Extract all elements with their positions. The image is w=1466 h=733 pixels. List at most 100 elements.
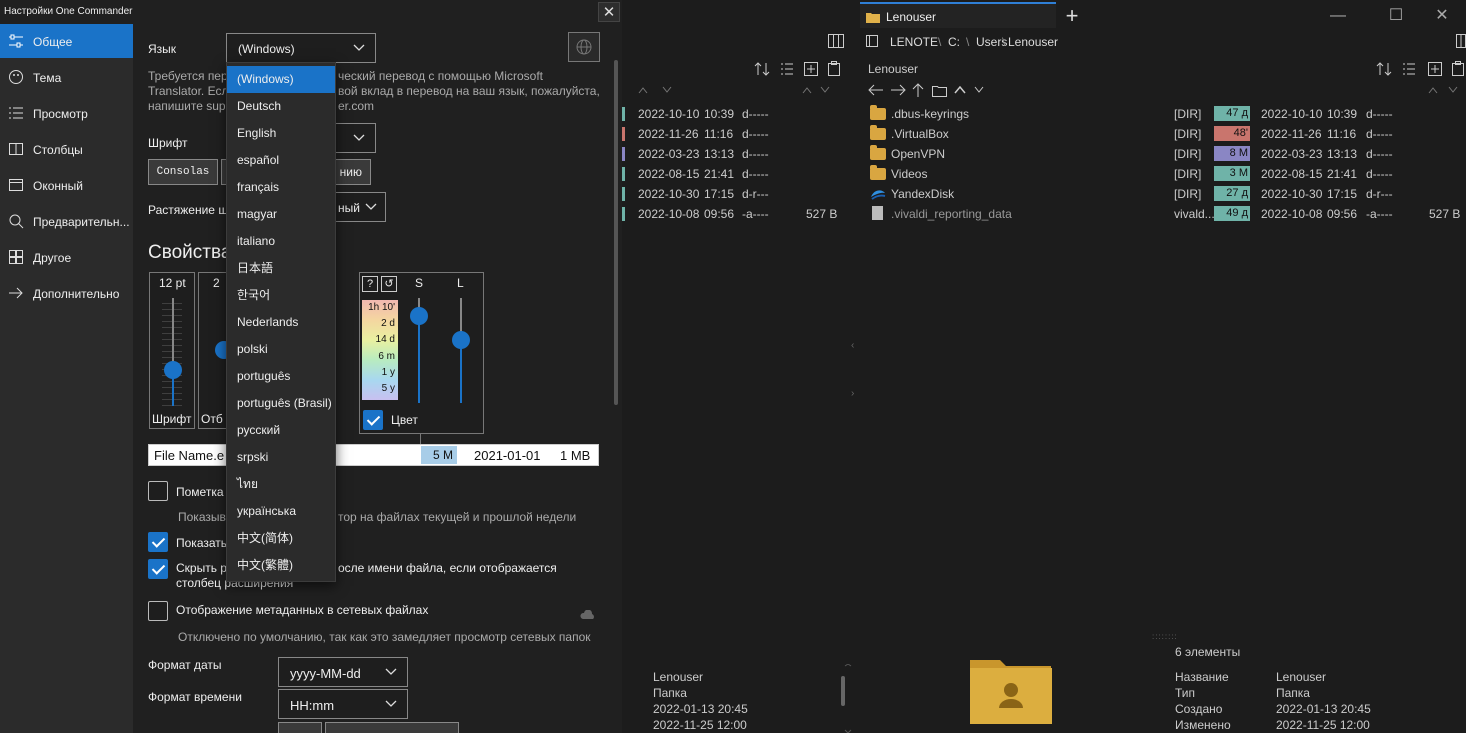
stretch-select[interactable]: ный	[333, 192, 386, 222]
language-option[interactable]: magyar	[227, 201, 335, 228]
date-format-select[interactable]: yyyy-MM-dd	[278, 657, 408, 687]
language-option[interactable]: (Windows)	[227, 66, 335, 93]
table-row[interactable]: 2022-03-23 13:13 d-----	[622, 144, 842, 164]
sort-icon[interactable]	[754, 62, 770, 76]
breadcrumb-computer[interactable]: LENOTE	[890, 35, 938, 49]
up-arrow-icon[interactable]	[912, 83, 924, 97]
collapse-left-icon[interactable]: ‹	[851, 340, 854, 351]
chevron-down-icon[interactable]	[974, 86, 984, 94]
time-format-select[interactable]: HH:mm	[278, 689, 408, 719]
clipboard-icon[interactable]	[1452, 61, 1464, 76]
close-window-button[interactable]: ✕	[1432, 6, 1452, 26]
back-arrow-icon[interactable]	[868, 84, 884, 96]
hide-extension-checkbox[interactable]	[148, 559, 168, 579]
sidebar-item-preview[interactable]: Предварительн...	[0, 204, 133, 238]
folder-up-icon[interactable]	[932, 84, 948, 97]
resize-handle[interactable]: ::::::::	[1152, 632, 1178, 641]
table-row[interactable]: YandexDisk [DIR] 27 д 2022-10-30 17:15 d-r---	[868, 184, 1458, 204]
language-option[interactable]: polski	[227, 336, 335, 363]
new-item-icon[interactable]	[804, 62, 818, 76]
sidebar-item-other[interactable]: Другое	[0, 240, 133, 274]
table-row[interactable]: .VirtualBox [DIR] 48' 2022-11-26 11:16 d-----	[868, 124, 1458, 144]
language-option[interactable]: Deutsch	[227, 93, 335, 120]
language-option[interactable]: русский	[227, 417, 335, 444]
info-value-created: 2022-01-13 20:45	[1276, 702, 1371, 716]
columns-toggle-icon[interactable]	[828, 34, 844, 48]
new-tab-button[interactable]: +	[1062, 5, 1082, 27]
sort-icon[interactable]	[1376, 62, 1392, 76]
breadcrumb-lenouser[interactable]: Lenouser	[1008, 35, 1058, 49]
view-list-icon[interactable]	[1402, 62, 1416, 76]
scroll-down-icon[interactable]	[662, 86, 672, 94]
scroll-down-icon[interactable]	[820, 86, 830, 94]
format-option-button[interactable]	[325, 722, 459, 733]
table-row[interactable]: 2022-11-26 11:16 d-----	[622, 124, 842, 144]
collapse-right-icon[interactable]: ›	[851, 388, 854, 399]
table-row[interactable]: 2022-10-10 10:39 d-----	[622, 104, 842, 124]
language-option[interactable]: srpski	[227, 444, 335, 471]
language-option[interactable]: español	[227, 147, 335, 174]
close-button[interactable]: ✕	[598, 2, 620, 22]
saturation-thumb[interactable]	[410, 307, 428, 325]
language-option[interactable]: ไทย	[227, 471, 335, 498]
maximize-button[interactable]: ☐	[1386, 6, 1406, 26]
show-checkbox[interactable]	[148, 532, 168, 552]
lightness-thumb[interactable]	[452, 331, 470, 349]
tab-lenouser[interactable]: Lenouser	[860, 2, 1056, 28]
row-type: vivald...	[1174, 207, 1215, 221]
font-select[interactable]	[333, 123, 376, 153]
scroll-up-icon[interactable]	[1428, 86, 1438, 94]
table-row[interactable]: 2022-08-15 21:41 d-----	[622, 164, 842, 184]
sidebar-item-columns[interactable]: Столбцы	[0, 132, 133, 166]
language-option[interactable]: português	[227, 363, 335, 390]
network-metadata-checkbox[interactable]	[148, 601, 168, 621]
columns-toggle-icon[interactable]	[1456, 34, 1466, 48]
language-option[interactable]: 日本語	[227, 255, 335, 282]
language-option[interactable]: українська	[227, 498, 335, 525]
breadcrumb-drive[interactable]: C:	[948, 35, 960, 49]
mark-checkbox[interactable]	[148, 481, 168, 501]
sidebar-item-advanced[interactable]: Дополнительно	[0, 276, 133, 310]
sidebar-item-window[interactable]: Оконный	[0, 168, 133, 202]
color-checkbox[interactable]	[363, 410, 383, 430]
table-row[interactable]: .vivaldi_reporting_data vivald... 49 д 2022…	[868, 204, 1460, 224]
scroll-up-icon[interactable]	[638, 86, 648, 94]
sidebar-toggle-icon[interactable]	[866, 35, 878, 47]
table-row[interactable]: OpenVPN [DIR] 8 M 2022-03-23 13:13 d-----	[868, 144, 1458, 164]
sidebar-item-label: Тема	[33, 71, 62, 85]
table-row[interactable]: 2022-10-08 09:56 -a---- 527 B	[622, 204, 842, 224]
table-row[interactable]: .dbus-keyrings [DIR] 47 д 2022-10-10 10:39 d-…	[868, 104, 1458, 124]
reset-button[interactable]: ↺	[381, 276, 397, 292]
forward-arrow-icon[interactable]	[890, 84, 906, 96]
format-option-button[interactable]	[278, 722, 322, 733]
content-scrollbar[interactable]	[614, 60, 618, 405]
view-list-icon[interactable]	[780, 62, 794, 76]
table-row[interactable]: Videos [DIR] 3 M 2022-08-15 21:41 d-----	[868, 164, 1458, 184]
language-option[interactable]: 中文(简体)	[227, 525, 335, 552]
language-option[interactable]: English	[227, 120, 335, 147]
minimize-button[interactable]: —	[1328, 6, 1348, 26]
language-select[interactable]: (Windows)	[226, 33, 376, 63]
info-scroll-track[interactable]	[843, 664, 853, 733]
language-option[interactable]: 한국어	[227, 282, 335, 309]
folder-icon	[866, 11, 880, 23]
language-option[interactable]: 中文(繁體)	[227, 552, 335, 579]
sidebar-item-general[interactable]: Общее	[0, 24, 133, 58]
font-size-thumb[interactable]	[164, 361, 182, 379]
language-option[interactable]: italiano	[227, 228, 335, 255]
scroll-up-icon[interactable]	[802, 86, 812, 94]
table-row[interactable]: 2022-10-30 17:15 d-r---	[622, 184, 842, 204]
preview-file-name: File Name.e	[154, 448, 225, 463]
font-button[interactable]: Consolas	[148, 159, 218, 185]
language-option[interactable]: Nederlands	[227, 309, 335, 336]
clipboard-icon[interactable]	[828, 61, 840, 76]
language-option[interactable]: français	[227, 174, 335, 201]
globe-button[interactable]	[568, 32, 600, 62]
language-option[interactable]: português (Brasil)	[227, 390, 335, 417]
help-button[interactable]: ?	[362, 276, 378, 292]
sidebar-item-view[interactable]: Просмотр	[0, 96, 133, 130]
chevron-up-icon[interactable]	[954, 86, 966, 94]
scroll-down-icon[interactable]	[1448, 86, 1458, 94]
new-item-icon[interactable]	[1428, 62, 1442, 76]
sidebar-item-theme[interactable]: Тема	[0, 60, 133, 94]
